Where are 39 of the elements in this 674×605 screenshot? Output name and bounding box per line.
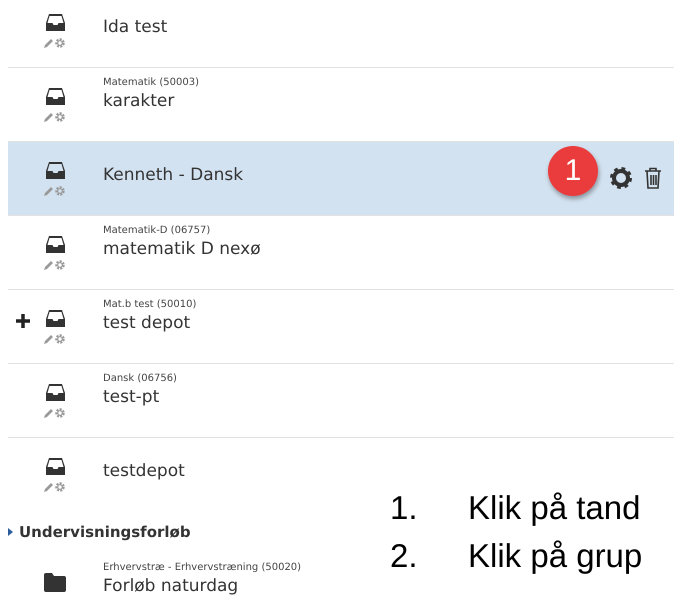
delete-button[interactable] [644, 167, 662, 189]
inbox-tray-icon [46, 384, 64, 401]
item-title: testdepot [103, 460, 186, 482]
step-text: Klik på grup [468, 536, 642, 576]
item-title: karakter [103, 90, 176, 112]
item-subtitle: Matematik-D (06757) [103, 224, 210, 238]
item-subtitle: Erhvervstræ - Erhvervstræning (50020) [103, 561, 302, 575]
inbox-tray-icon [46, 162, 64, 179]
settings-button[interactable] [610, 167, 632, 189]
section-heading: Undervisningsforløb [19, 523, 191, 541]
chevron-icon[interactable] [8, 528, 13, 536]
edit-settings-icon[interactable] [43, 111, 67, 123]
trash-icon [644, 167, 662, 189]
inbox-tray-icon [46, 88, 64, 105]
item-title: test-pt [103, 386, 160, 408]
item-subtitle: Dansk (06756) [103, 372, 177, 386]
item-title: test depot [103, 312, 192, 334]
list-item[interactable]: Kenneth - Dansk 1 [8, 142, 674, 216]
item-subtitle: Mat.b test (50010) [103, 298, 196, 312]
folder-icon [44, 573, 66, 592]
step-number: 2. [390, 536, 419, 576]
inbox-tray-icon [46, 458, 64, 475]
settings-icon [610, 167, 632, 189]
inbox-tray-icon [46, 14, 64, 31]
item-subtitle: Matematik (50003) [103, 76, 199, 90]
edit-settings-icon[interactable] [43, 333, 67, 345]
inbox-tray-icon [46, 310, 64, 327]
edit-settings-icon[interactable] [43, 481, 67, 493]
edit-settings-icon[interactable] [43, 407, 67, 419]
step-badge: 1 [548, 146, 598, 196]
item-title: Ida test [103, 16, 168, 38]
edit-settings-icon[interactable] [43, 259, 67, 271]
expand-plus-icon[interactable] [16, 314, 30, 328]
edit-settings-icon[interactable] [43, 37, 67, 49]
item-title: Forløb naturdag [103, 575, 240, 597]
edit-settings-icon[interactable] [43, 185, 67, 197]
inbox-tray-icon [46, 236, 64, 253]
item-title: Kenneth - Dansk [103, 164, 244, 186]
item-title: matematik D nexø [103, 238, 262, 260]
